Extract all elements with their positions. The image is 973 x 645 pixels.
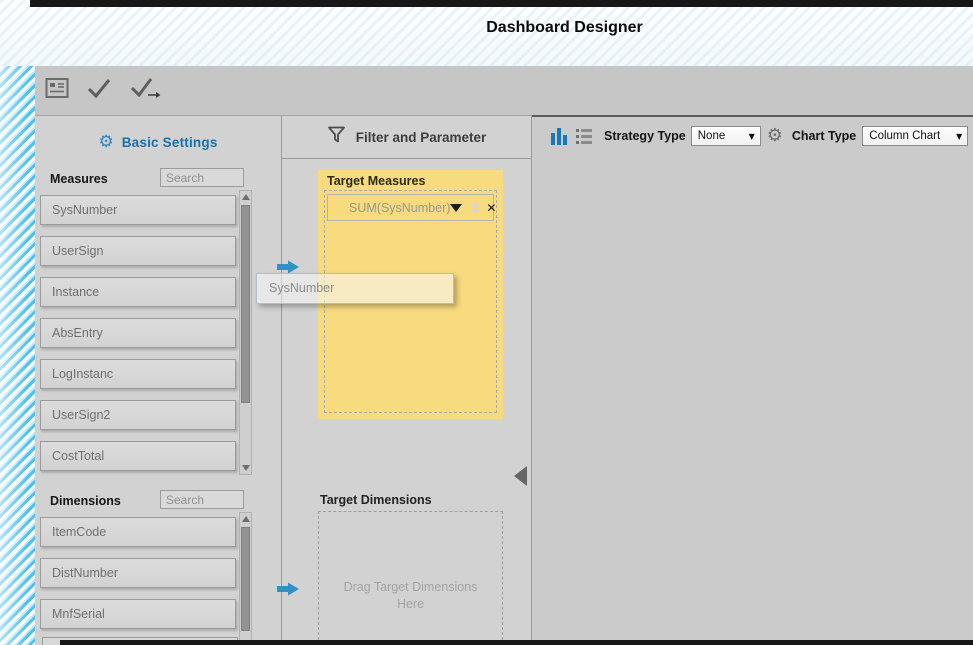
- drop-hint-text: Drag Target Dimensions Here: [319, 579, 502, 613]
- chart-type-value: Column Chart: [869, 130, 940, 142]
- title-band: Dashboard Designer: [0, 0, 973, 67]
- chart-type-select[interactable]: Column Chart ▼: [862, 126, 968, 146]
- form-icon: [45, 77, 69, 104]
- basic-settings-label: Basic Settings: [122, 135, 218, 150]
- scrollbar-thumb[interactable]: [241, 205, 250, 403]
- chart-panel: Strategy Type None ▼ ⚙ Chart Type Column…: [532, 115, 973, 645]
- basic-settings-header[interactable]: ⚙ Basic Settings: [35, 129, 281, 155]
- check-run-icon: [129, 76, 163, 105]
- chart-toolbar: Strategy Type None ▼ ⚙ Chart Type Column…: [532, 117, 973, 155]
- check-icon: [86, 77, 112, 104]
- measures-items: SysNumber UserSign Instance AbsEntry LogInst…: [40, 195, 236, 482]
- measures-search-input[interactable]: [160, 168, 244, 187]
- list-item[interactable]: UserSign: [40, 236, 236, 266]
- chart-type-label: Chart Type: [792, 129, 856, 143]
- chevron-down-icon: ▼: [956, 132, 962, 141]
- bar-chart-icon[interactable]: [551, 128, 567, 145]
- measures-label: Measures: [50, 172, 108, 186]
- target-measures-label: Target Measures: [327, 174, 425, 188]
- top-edge-bar: [30, 0, 973, 7]
- list-item[interactable]: DistNumber: [40, 558, 236, 588]
- basic-settings-panel: ⚙ Basic Settings Measures SysNumber UserS…: [35, 115, 282, 645]
- list-item[interactable]: ItemCode: [40, 517, 236, 547]
- scroll-up-icon[interactable]: [240, 191, 251, 203]
- funnel-icon: [327, 126, 346, 148]
- strategy-type-label: Strategy Type: [604, 129, 686, 143]
- remove-icon[interactable]: ✕: [486, 201, 496, 215]
- chevron-down-icon: ▼: [749, 132, 755, 141]
- target-dimensions-label: Target Dimensions: [320, 493, 432, 507]
- chevron-down-icon[interactable]: [450, 204, 462, 212]
- drag-arrow-icon: [276, 580, 300, 598]
- measure-chip-text: SUM(SysNumber): [349, 201, 450, 215]
- list-item[interactable]: CostTotal: [40, 441, 236, 471]
- filter-parameter-label: Filter and Parameter: [356, 130, 487, 145]
- list-item[interactable]: MnfSerial: [40, 599, 236, 629]
- filter-parameter-header[interactable]: Filter and Parameter: [282, 116, 531, 159]
- scroll-up-icon[interactable]: [240, 513, 251, 525]
- list-item[interactable]: UserSign2: [40, 400, 236, 430]
- list-item[interactable]: SysNumber: [40, 195, 236, 225]
- drag-ghost[interactable]: SysNumber: [256, 273, 454, 304]
- filter-and-parameter-panel: Filter and Parameter Target Measures SUM…: [282, 115, 532, 645]
- dimensions-items: ItemCode DistNumber MnfSerial: [40, 517, 236, 640]
- target-dimensions-dropzone[interactable]: Drag Target Dimensions Here: [318, 511, 503, 645]
- strategy-type-value: None: [698, 130, 726, 142]
- strategy-type-select[interactable]: None ▼: [691, 126, 761, 146]
- collapse-panel-icon[interactable]: [514, 466, 527, 486]
- list-item[interactable]: LogInstanc: [40, 359, 236, 389]
- measures-list: SysNumber UserSign Instance AbsEntry LogInst…: [40, 190, 252, 475]
- gear-icon: ⚙: [98, 134, 113, 151]
- scroll-down-icon[interactable]: [240, 462, 251, 474]
- validate-and-run-button[interactable]: [129, 75, 163, 107]
- dimensions-label: Dimensions: [50, 494, 121, 508]
- dimensions-scrollbar[interactable]: [239, 512, 252, 645]
- measures-scrollbar[interactable]: [239, 190, 252, 475]
- dimensions-list: ItemCode DistNumber MnfSerial: [40, 512, 252, 645]
- reorder-icon[interactable]: [471, 202, 479, 214]
- dashboard-designer-window: Dashboard Designer: [0, 0, 973, 645]
- measure-chip[interactable]: SUM(SysNumber) ✕: [327, 194, 494, 221]
- gear-icon[interactable]: ⚙: [767, 127, 783, 145]
- form-settings-button[interactable]: [45, 75, 69, 107]
- list-view-icon[interactable]: [576, 129, 592, 144]
- bottom-edge-bar: [60, 640, 973, 645]
- main-toolbar: [35, 66, 973, 115]
- validate-button[interactable]: [86, 75, 112, 107]
- list-item[interactable]: AbsEntry: [40, 318, 236, 348]
- dimensions-search-input[interactable]: [160, 490, 244, 509]
- scrollbar-thumb[interactable]: [241, 527, 250, 631]
- list-item[interactable]: Instance: [40, 277, 236, 307]
- page-title: Dashboard Designer: [0, 19, 973, 37]
- decorative-stripes: [0, 66, 35, 645]
